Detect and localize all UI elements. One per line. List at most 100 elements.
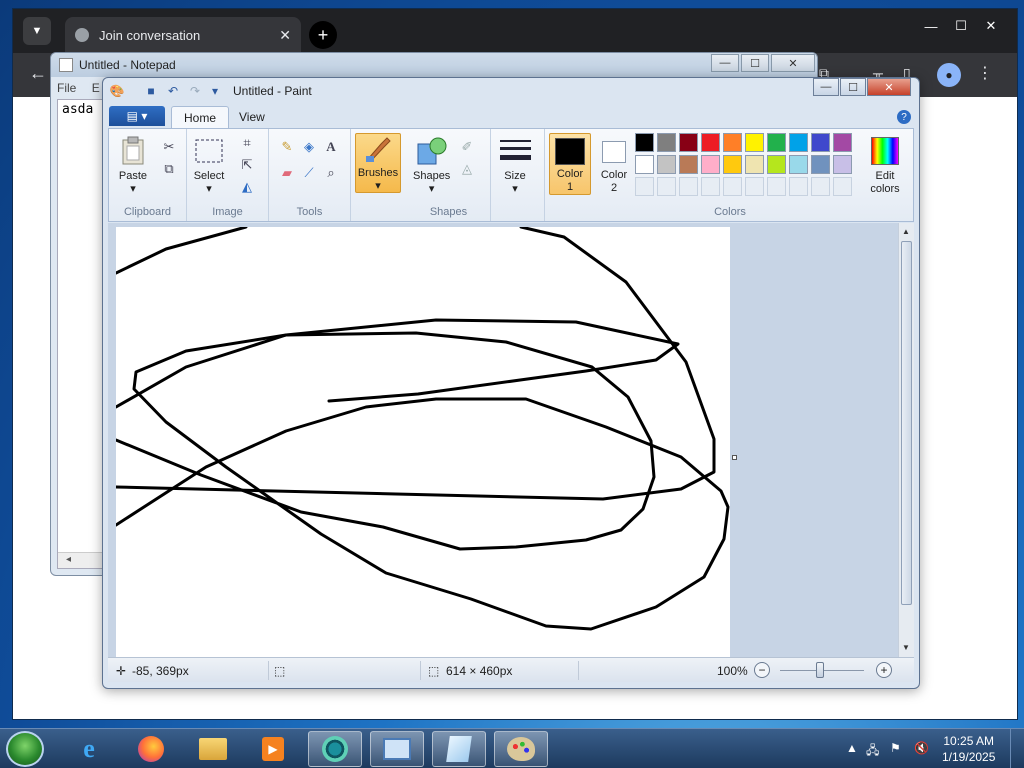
- palette-custom-slot[interactable]: [811, 177, 830, 196]
- palette-swatch[interactable]: [657, 155, 676, 174]
- color2-button[interactable]: Color 2: [595, 133, 633, 195]
- paint-close-button[interactable]: ✕: [867, 78, 911, 96]
- drawing-canvas[interactable]: [116, 227, 730, 657]
- palette-swatch[interactable]: [833, 133, 852, 152]
- palette-custom-slot[interactable]: [657, 177, 676, 196]
- help-icon[interactable]: ?: [897, 110, 911, 124]
- save-icon[interactable]: ■: [143, 83, 159, 99]
- notepad-maximize-button[interactable]: ☐: [741, 54, 769, 72]
- scroll-down-icon[interactable]: ▼: [902, 643, 910, 652]
- paint-menu-button[interactable]: ▤ ▾: [109, 106, 165, 126]
- menu-edit[interactable]: E: [92, 81, 100, 95]
- copy-icon[interactable]: ⧉: [159, 159, 179, 179]
- media-player-icon[interactable]: ▶: [246, 731, 300, 767]
- paste-button[interactable]: Paste ▾: [117, 135, 149, 196]
- paint-maximize-button[interactable]: ☐: [840, 78, 866, 96]
- edit-colors-button[interactable]: Edit colors: [863, 135, 907, 196]
- vertical-scrollbar[interactable]: ▲ ▼: [898, 223, 914, 657]
- tab-view[interactable]: View: [227, 106, 277, 128]
- scroll-left-icon[interactable]: ◂: [66, 554, 71, 565]
- paint-taskbar-button[interactable]: [494, 731, 548, 767]
- canvas-resize-handle[interactable]: [732, 455, 737, 460]
- zoom-out-button[interactable]: −: [754, 662, 770, 678]
- palette-swatch[interactable]: [635, 133, 654, 152]
- zoom-in-button[interactable]: +: [876, 662, 892, 678]
- text-icon[interactable]: A: [321, 137, 341, 157]
- tab-home[interactable]: Home: [171, 106, 230, 128]
- file-explorer-icon[interactable]: [186, 731, 240, 767]
- volume-muted-icon[interactable]: 🔇: [914, 741, 929, 755]
- menu-file[interactable]: File: [57, 81, 76, 95]
- size-button[interactable]: Size ▾: [499, 135, 531, 196]
- palette-swatch[interactable]: [767, 133, 786, 152]
- scrollbar-thumb[interactable]: [901, 241, 912, 605]
- fill-icon[interactable]: ◈: [299, 137, 319, 157]
- palette-swatch[interactable]: [789, 133, 808, 152]
- notepad-taskbar-button[interactable]: [432, 731, 486, 767]
- chrome-close-button[interactable]: ✕: [977, 15, 1005, 37]
- palette-swatch[interactable]: [657, 133, 676, 152]
- shape-fill-icon[interactable]: ◬: [457, 159, 477, 179]
- remote-desktop-taskbar-button[interactable]: [370, 731, 424, 767]
- palette-custom-slot[interactable]: [789, 177, 808, 196]
- chrome-maximize-button[interactable]: ☐: [947, 15, 975, 37]
- crop-icon[interactable]: ⌗: [237, 133, 257, 153]
- outline-icon[interactable]: ✐: [457, 137, 477, 157]
- palette-swatch[interactable]: [723, 155, 742, 174]
- rotate-icon[interactable]: ◭: [237, 177, 257, 197]
- brushes-button[interactable]: Brushes ▾: [355, 133, 401, 193]
- show-desktop-button[interactable]: [1010, 729, 1024, 768]
- paint-minimize-button[interactable]: —: [813, 78, 839, 96]
- more-menu-icon[interactable]: ⋮: [977, 63, 993, 83]
- back-button[interactable]: ←: [29, 63, 47, 84]
- palette-custom-slot[interactable]: [635, 177, 654, 196]
- tab-search-button[interactable]: ▼: [23, 17, 51, 45]
- palette-swatch[interactable]: [811, 133, 830, 152]
- palette-custom-slot[interactable]: [745, 177, 764, 196]
- palette-custom-slot[interactable]: [833, 177, 852, 196]
- notepad-title-bar[interactable]: Untitled - Notepad — ☐ ✕: [51, 53, 817, 77]
- select-button[interactable]: Select ▾: [193, 135, 225, 196]
- chrome-taskbar-button[interactable]: [308, 731, 362, 767]
- profile-avatar[interactable]: ●: [937, 63, 961, 87]
- palette-swatch[interactable]: [811, 155, 830, 174]
- palette-swatch[interactable]: [745, 133, 764, 152]
- customize-toolbar-icon[interactable]: ▾: [207, 83, 223, 99]
- palette-swatch[interactable]: [701, 155, 720, 174]
- magnifier-icon[interactable]: ⌕: [321, 163, 341, 183]
- internet-explorer-icon[interactable]: e: [62, 731, 116, 767]
- palette-custom-slot[interactable]: [723, 177, 742, 196]
- color1-button[interactable]: Color 1: [549, 133, 591, 195]
- palette-swatch[interactable]: [723, 133, 742, 152]
- paint-title-bar[interactable]: 🎨 ■ ↶ ↷ ▾ Untitled - Paint — ☐ ✕: [103, 78, 919, 104]
- chrome-minimize-button[interactable]: —: [917, 15, 945, 37]
- zoom-slider-thumb[interactable]: [816, 662, 824, 678]
- resize-icon[interactable]: ⇱: [237, 155, 257, 175]
- cut-icon[interactable]: ✂: [159, 137, 179, 157]
- undo-icon[interactable]: ↶: [165, 83, 181, 99]
- palette-custom-slot[interactable]: [767, 177, 786, 196]
- color-picker-icon[interactable]: ⟋: [299, 163, 319, 183]
- network-icon[interactable]: 🖧: [866, 741, 879, 762]
- start-button[interactable]: [6, 731, 44, 767]
- shapes-button[interactable]: Shapes ▾: [413, 135, 450, 196]
- palette-custom-slot[interactable]: [679, 177, 698, 196]
- palette-swatch[interactable]: [635, 155, 654, 174]
- palette-swatch[interactable]: [679, 155, 698, 174]
- action-center-flag-icon[interactable]: ⚑: [890, 741, 901, 755]
- chrome-tab[interactable]: Join conversation ✕: [65, 17, 301, 53]
- tab-close-button[interactable]: ✕: [279, 27, 291, 44]
- palette-swatch[interactable]: [789, 155, 808, 174]
- palette-custom-slot[interactable]: [701, 177, 720, 196]
- scroll-up-icon[interactable]: ▲: [902, 227, 910, 236]
- palette-swatch[interactable]: [679, 133, 698, 152]
- eraser-icon[interactable]: ▰: [277, 163, 297, 183]
- new-tab-button[interactable]: +: [309, 21, 337, 49]
- palette-swatch[interactable]: [767, 155, 786, 174]
- palette-swatch[interactable]: [745, 155, 764, 174]
- show-hidden-icons-icon[interactable]: ▲: [846, 741, 858, 755]
- clock[interactable]: 10:25 AM 1/19/2025: [942, 733, 995, 765]
- palette-swatch[interactable]: [833, 155, 852, 174]
- notepad-minimize-button[interactable]: —: [711, 54, 739, 72]
- palette-swatch[interactable]: [701, 133, 720, 152]
